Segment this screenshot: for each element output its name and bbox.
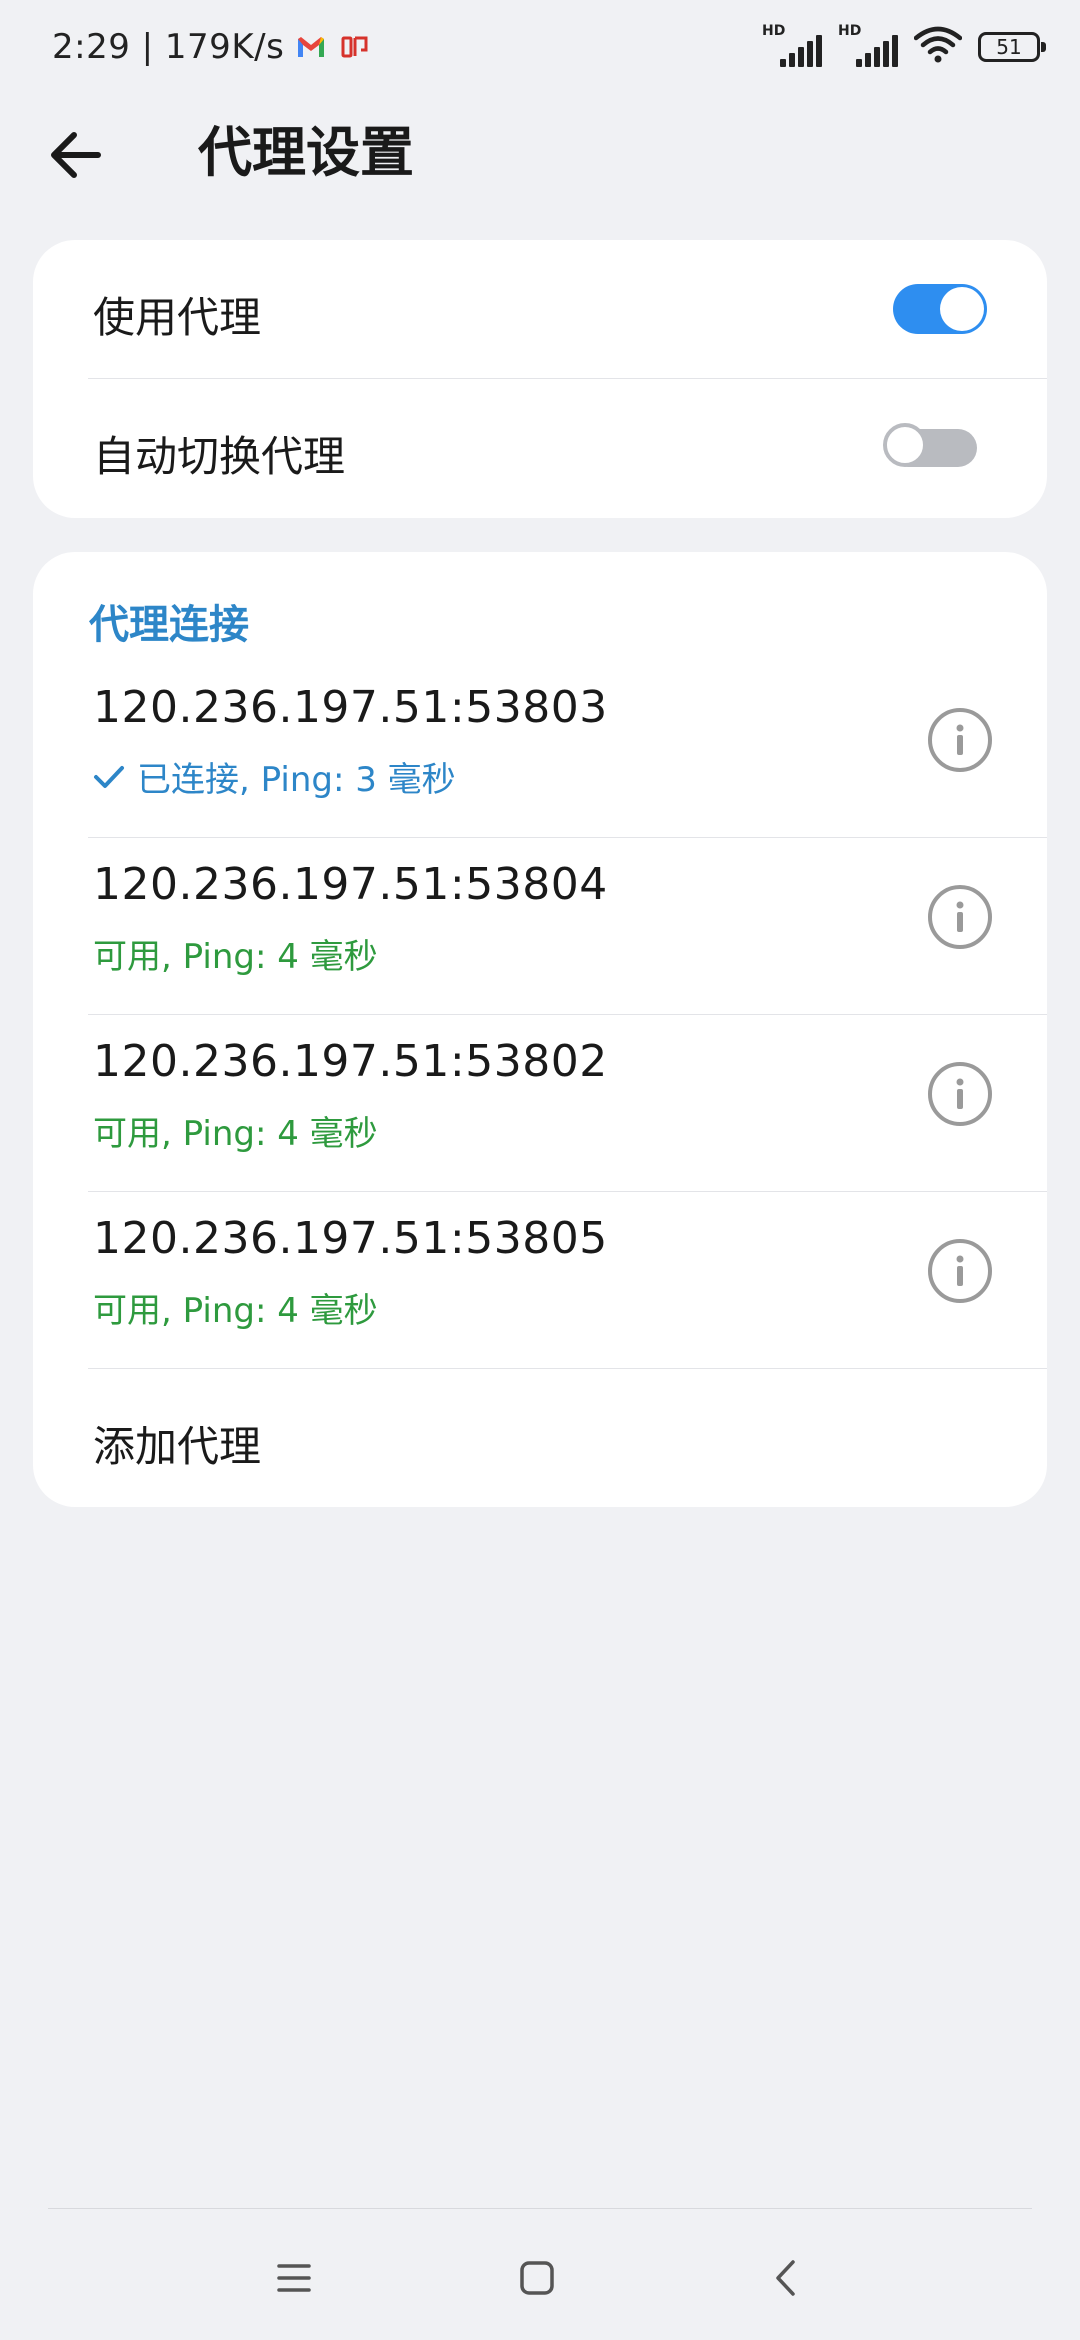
section-title: 代理连接 <box>89 602 249 648</box>
auto-switch-row[interactable]: 自动切换代理 <box>33 379 1047 518</box>
square-icon <box>520 2261 554 2295</box>
toggle-knob <box>940 287 984 331</box>
proxy-status-text: 可用, Ping: 4 毫秒 <box>93 937 378 977</box>
info-icon <box>956 901 964 932</box>
proxy-status-text: 已连接, Ping: 3 毫秒 <box>137 760 456 800</box>
status-bar: 2:29 | 179K/s HD HD 51 <box>0 0 1080 95</box>
proxy-info-button[interactable] <box>928 1239 992 1303</box>
arrow-left-icon <box>51 132 101 178</box>
proxy-status-text: 可用, Ping: 4 毫秒 <box>93 1114 378 1154</box>
proxy-address: 120.236.197.51:53805 <box>93 1213 608 1264</box>
cellular-signal-icon: HD <box>762 23 822 67</box>
proxy-status: 可用, Ping: 4 毫秒 <box>93 1106 378 1155</box>
auto-switch-label: 自动切换代理 <box>93 432 346 481</box>
wifi-icon <box>913 26 963 68</box>
home-button[interactable] <box>507 2248 567 2308</box>
proxy-status: 可用, Ping: 4 毫秒 <box>93 1283 378 1332</box>
chevron-left-icon <box>776 2260 795 2296</box>
use-proxy-toggle[interactable] <box>893 284 987 334</box>
battery-level: 51 <box>996 35 1022 59</box>
recents-button[interactable] <box>264 2248 324 2308</box>
nav-back-button[interactable] <box>755 2248 815 2308</box>
auto-switch-toggle[interactable] <box>883 423 977 467</box>
check-icon <box>94 765 124 788</box>
toggle-knob <box>883 423 927 467</box>
proxy-info-button[interactable] <box>928 885 992 949</box>
proxy-status: 可用, Ping: 4 毫秒 <box>93 929 378 978</box>
proxy-status: 已连接, Ping: 3 毫秒 <box>93 752 456 801</box>
use-proxy-label: 使用代理 <box>93 293 262 342</box>
use-proxy-row[interactable]: 使用代理 <box>33 240 1047 378</box>
back-button[interactable] <box>38 117 114 193</box>
info-icon <box>956 1078 964 1109</box>
proxy-connections-card: 代理连接 120.236.197.51:53803 已连接, Ping: 3 毫… <box>33 552 1047 1507</box>
add-proxy-row[interactable]: 添加代理 <box>33 1369 1047 1507</box>
add-proxy-label: 添加代理 <box>93 1422 262 1471</box>
proxy-item[interactable]: 120.236.197.51:53803 已连接, Ping: 3 毫秒 <box>33 660 1047 837</box>
status-time-speed: 2:29 | 179K/s <box>52 27 285 67</box>
page-title: 代理设置 <box>198 121 414 184</box>
proxy-item[interactable]: 120.236.197.51:53802 可用, Ping: 4 毫秒 <box>33 1014 1047 1191</box>
proxy-address: 120.236.197.51:53804 <box>93 859 608 910</box>
status-bar-right: HD HD 51 <box>762 23 1046 70</box>
proxy-address: 120.236.197.51:53802 <box>93 1036 608 1087</box>
info-icon <box>956 1255 964 1286</box>
status-bar-left: 2:29 | 179K/s <box>52 22 372 72</box>
proxy-info-button[interactable] <box>928 708 992 772</box>
proxy-status-text: 可用, Ping: 4 毫秒 <box>93 1291 378 1331</box>
mail-app-icon <box>338 30 372 64</box>
proxy-item[interactable]: 120.236.197.51:53805 可用, Ping: 4 毫秒 <box>33 1191 1047 1368</box>
app-header: 代理设置 <box>0 95 1080 210</box>
cellular-signal-icon-2: HD <box>838 23 898 67</box>
info-icon <box>956 724 964 755</box>
proxy-info-button[interactable] <box>928 1062 992 1126</box>
menu-icon <box>277 2264 311 2292</box>
proxy-address: 120.236.197.51:53803 <box>93 682 608 733</box>
gmail-icon <box>294 30 328 64</box>
battery-icon: 51 <box>978 32 1046 62</box>
proxy-toggles-card: 使用代理 自动切换代理 <box>33 240 1047 518</box>
nav-divider <box>48 2208 1032 2209</box>
proxy-item[interactable]: 120.236.197.51:53804 可用, Ping: 4 毫秒 <box>33 837 1047 1014</box>
system-nav-bar <box>0 2208 1080 2340</box>
